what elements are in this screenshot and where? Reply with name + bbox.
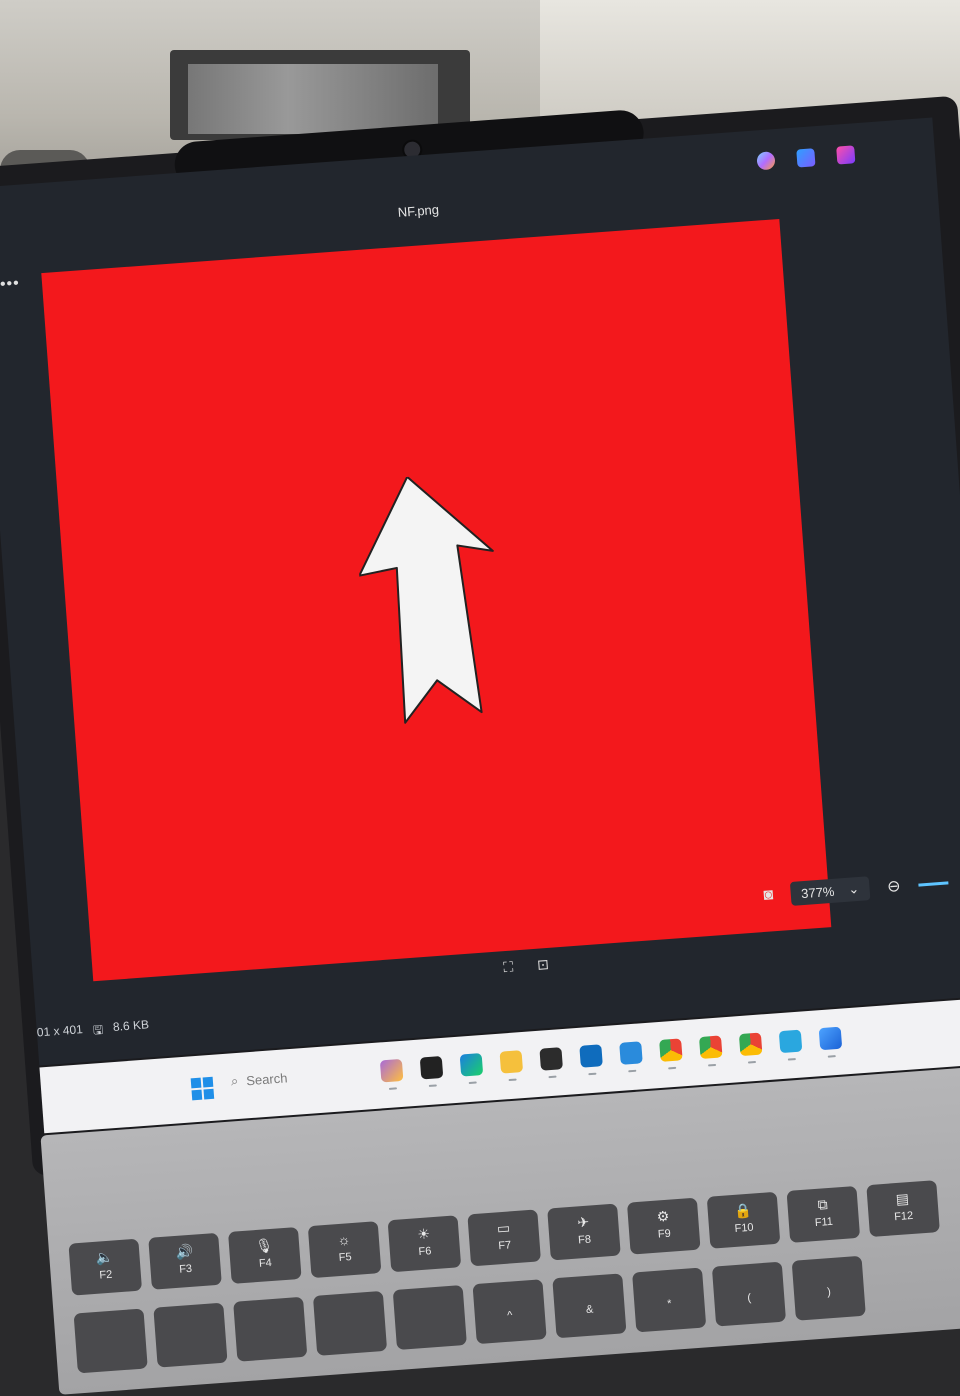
key-f3[interactable]: 🔊 F3 xyxy=(148,1232,222,1290)
zoom-value: 377% xyxy=(800,883,835,901)
screenshot-icon[interactable]: ◙ xyxy=(763,886,774,905)
laptop: NF.png ••• ◙ 377% ⌄ ⊖ ⛶ ⊡ 01 x 401 🖫 8.6… xyxy=(0,3,960,1395)
key-f4[interactable]: 🎙 F4 xyxy=(228,1226,302,1284)
key-f2[interactable]: 🔈 F2 xyxy=(68,1238,143,1296)
image-canvas xyxy=(41,218,832,982)
key[interactable] xyxy=(312,1290,388,1356)
designer-icon[interactable] xyxy=(796,148,816,168)
key[interactable] xyxy=(392,1285,467,1351)
zoom-out-icon[interactable]: ⊖ xyxy=(886,876,902,897)
key[interactable] xyxy=(73,1308,148,1374)
key-f8[interactable]: ✈ F8 xyxy=(547,1203,621,1261)
scan-text-icon[interactable]: ⊡ xyxy=(536,956,549,974)
search-icon: ⌕ xyxy=(230,1072,239,1089)
image-dimensions: 01 x 401 xyxy=(36,1022,84,1040)
key-f12[interactable]: ▤ F12 xyxy=(866,1180,940,1238)
clipchamp-icon[interactable] xyxy=(836,145,856,165)
chrome-profile-p-icon[interactable] xyxy=(738,1032,763,1057)
key-f10[interactable]: 🔒 F10 xyxy=(706,1191,781,1249)
key-f5[interactable]: ☼ F5 xyxy=(307,1221,382,1279)
copilot-icon[interactable] xyxy=(756,151,776,171)
vscode-icon[interactable] xyxy=(619,1041,643,1065)
windows-start-icon[interactable] xyxy=(190,1076,215,1101)
taskbar-search[interactable]: ⌕ Search xyxy=(230,1069,288,1089)
outlook-icon[interactable] xyxy=(579,1044,603,1068)
key-f7[interactable]: ▭ F7 xyxy=(467,1209,541,1267)
chevron-down-icon: ⌄ xyxy=(847,880,860,897)
app-l-icon[interactable] xyxy=(419,1055,444,1080)
file-size: 8.6 KB xyxy=(112,1017,150,1034)
status-bar: 01 x 401 🖫 8.6 KB xyxy=(36,1017,150,1046)
photos-app-window: NF.png ••• ◙ 377% ⌄ ⊖ ⛶ ⊡ 01 x 401 🖫 8.6… xyxy=(0,117,960,1066)
title-bar-icons xyxy=(756,145,856,171)
chrome-profile-m-icon[interactable] xyxy=(698,1035,723,1059)
widgets-icon[interactable] xyxy=(379,1058,404,1083)
file-explorer-icon[interactable] xyxy=(499,1050,524,1074)
search-placeholder: Search xyxy=(245,1069,288,1088)
key-ampersand[interactable]: & xyxy=(552,1273,627,1339)
key-open-paren[interactable]: ( xyxy=(711,1261,787,1327)
photos-icon[interactable] xyxy=(818,1026,843,1051)
crop-icon[interactable]: ⛶ xyxy=(503,958,514,976)
zoom-dropdown[interactable]: 377% ⌄ xyxy=(790,876,871,906)
key-caret[interactable]: ^ xyxy=(472,1279,547,1345)
key[interactable] xyxy=(153,1302,228,1368)
save-icon: 🖫 xyxy=(92,1022,104,1038)
image-tools: ⛶ ⊡ xyxy=(503,956,550,976)
zoom-slider[interactable] xyxy=(918,880,949,887)
key-f6[interactable]: ☀ F6 xyxy=(387,1215,462,1273)
edge-icon[interactable] xyxy=(459,1053,484,1077)
chrome-icon[interactable] xyxy=(659,1038,683,1062)
telegram-icon[interactable] xyxy=(778,1029,803,1054)
key[interactable] xyxy=(233,1296,308,1362)
key-close-paren[interactable]: ) xyxy=(791,1255,866,1321)
key-asterisk[interactable]: * xyxy=(632,1267,707,1333)
key-f11[interactable]: ⧉ F11 xyxy=(786,1185,861,1243)
up-arrow-image xyxy=(358,475,494,724)
key-f9[interactable]: ⚙ F9 xyxy=(626,1197,701,1255)
window-title: NF.png xyxy=(397,201,440,220)
terminal-icon[interactable] xyxy=(539,1047,563,1071)
more-options-icon[interactable]: ••• xyxy=(0,275,20,294)
